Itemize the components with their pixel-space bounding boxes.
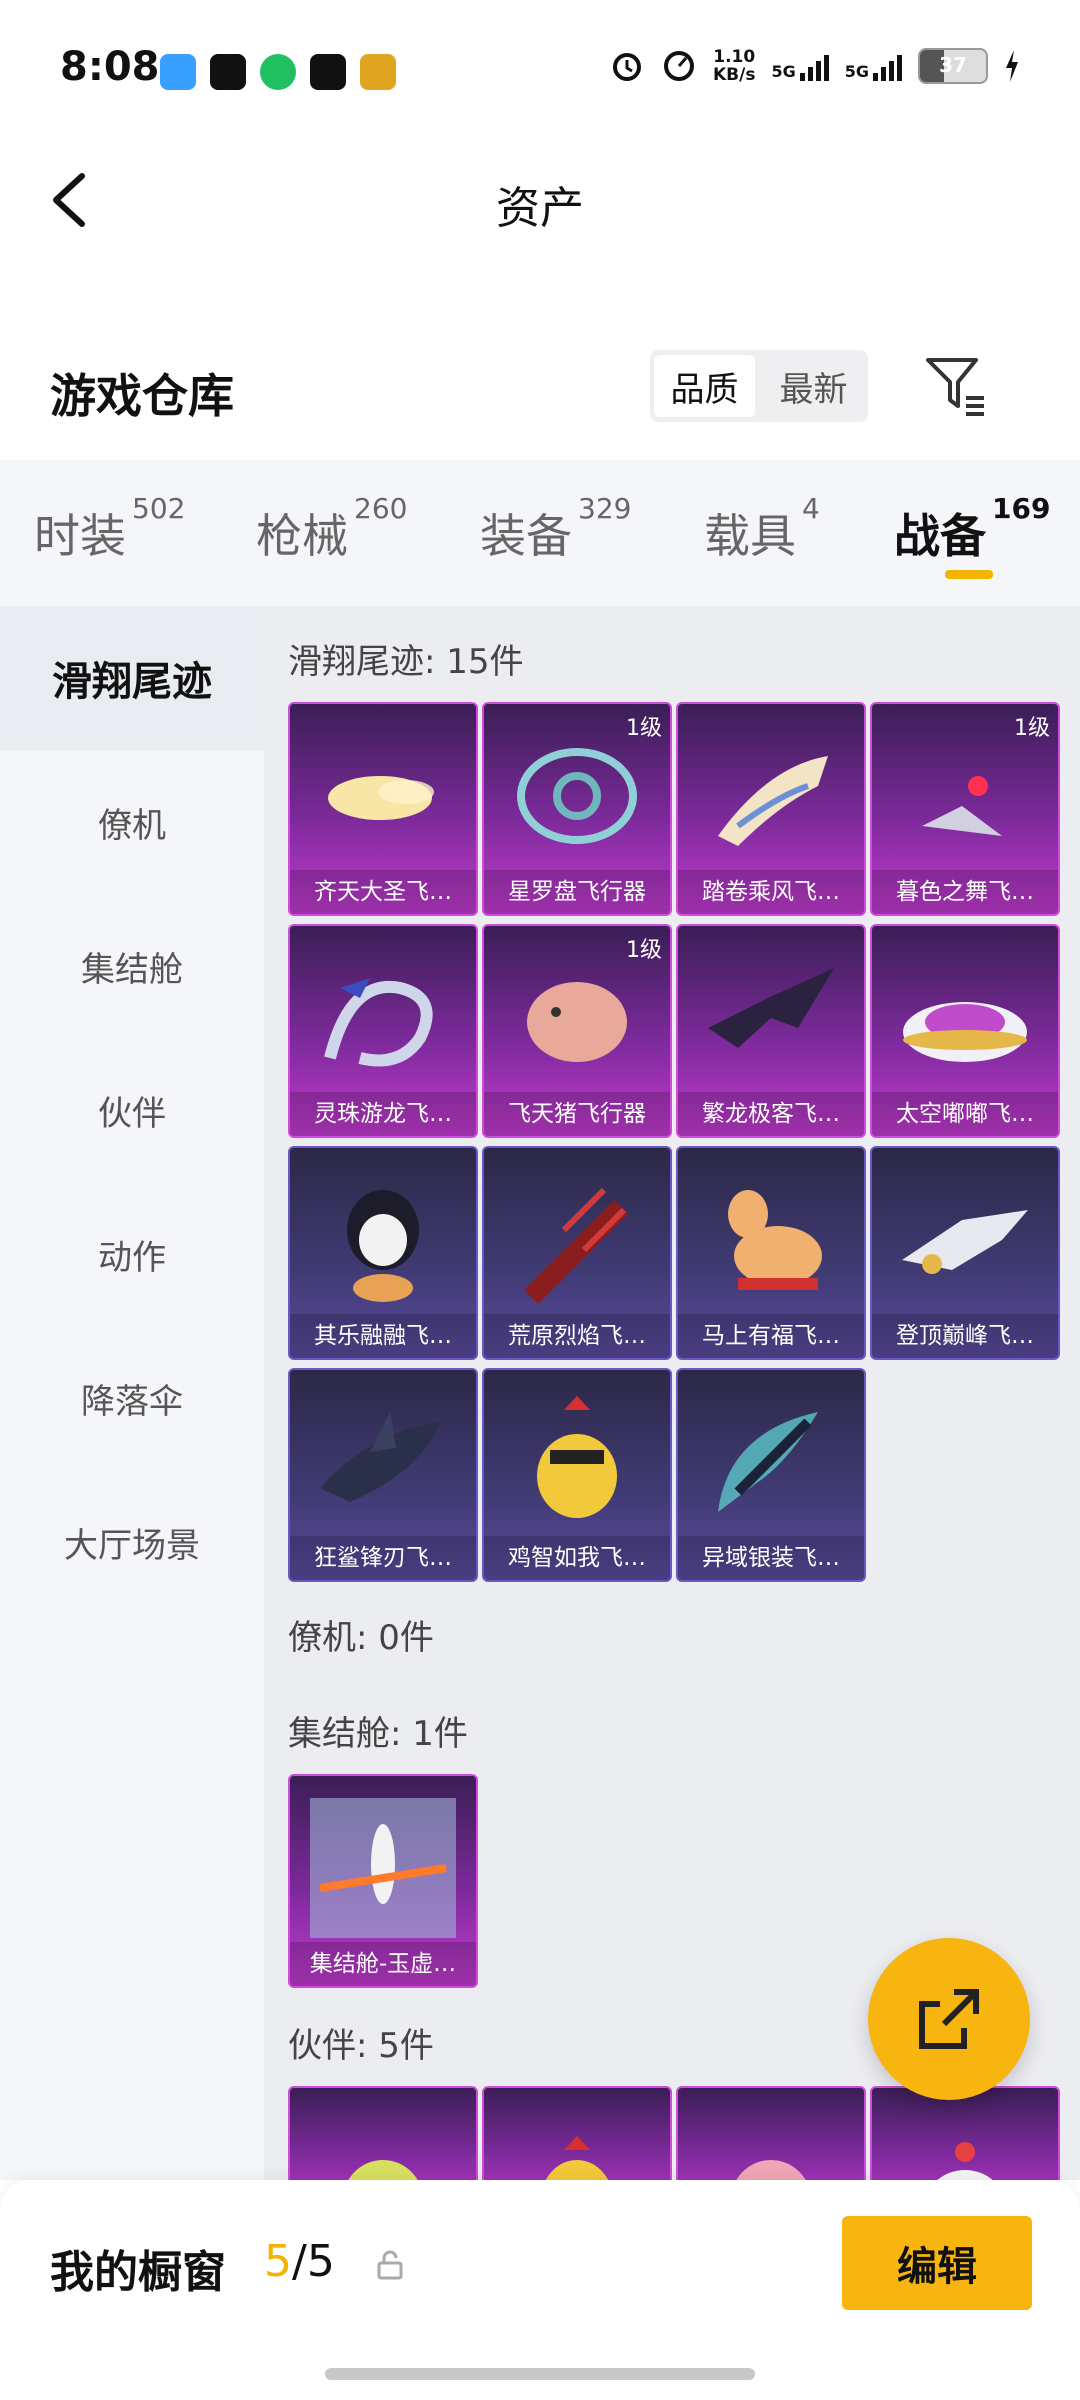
item-card[interactable]: 1级 飞天猪飞行器 <box>482 924 672 1138</box>
share-export-icon <box>919 1989 979 2049</box>
status-bar: 8:08 1.10 KB/s 5G 5G 37 <box>0 0 1080 140</box>
item-card[interactable]: 太空嘟嘟飞… <box>870 924 1060 1138</box>
item-card[interactable]: 登顶巅峰飞… <box>870 1146 1060 1360</box>
item-card[interactable] <box>676 2086 866 2180</box>
section-title: 游戏仓库 <box>50 369 234 423</box>
flying-pig-icon <box>527 982 627 1062</box>
item-card[interactable]: 荒原烈焰飞… <box>482 1146 672 1360</box>
space-saucer-icon <box>903 1002 1027 1062</box>
status-app-icons <box>160 54 396 90</box>
status-right: 1.10 KB/s 5G 5G 37 <box>609 48 1020 84</box>
bat-dragon-icon <box>708 968 834 1048</box>
tiktok-app-icon <box>210 54 246 90</box>
item-card[interactable]: 其乐融融飞… <box>288 1146 478 1360</box>
edit-button[interactable]: 编辑 <box>842 2216 1032 2310</box>
item-card[interactable]: 1级 星罗盘飞行器 <box>482 702 672 916</box>
share-button[interactable] <box>868 1938 1030 2100</box>
net-speed: 1.10 KB/s <box>713 47 756 85</box>
item-card[interactable] <box>870 2086 1060 2180</box>
item-card[interactable]: 灵珠游龙飞… <box>288 924 478 1138</box>
silver-wing-icon <box>718 1412 818 1512</box>
nav-item-parachute[interactable]: 降落伞 <box>0 1326 264 1470</box>
item-card[interactable]: 齐天大圣飞… <box>288 702 478 916</box>
tab-combat-prep[interactable]: 战备169 <box>894 492 1050 566</box>
penguin-icon <box>347 1190 419 1302</box>
nav-item-lobby-scene[interactable]: 大厅场景 <box>0 1470 264 1614</box>
group-title-partner: 伙伴: 5件 <box>288 2026 434 2066</box>
weather-app-icon <box>160 54 196 90</box>
flame-blade-icon <box>524 1187 628 1304</box>
scroll-glider-icon <box>718 756 828 846</box>
signal-sim1: 5G <box>771 51 829 81</box>
sort-toggle: 品质 最新 <box>650 350 868 422</box>
dusk-dance-icon <box>922 776 1002 836</box>
item-card[interactable] <box>288 2086 478 2180</box>
item-card[interactable]: 踏卷乘风飞… <box>676 702 866 916</box>
bear-partner-icon <box>348 2160 418 2180</box>
chicken-partner-icon <box>545 2136 609 2180</box>
dragon-icon <box>324 978 433 1067</box>
item-card[interactable]: 集结舱-玉虚… <box>288 1774 478 1988</box>
filter-icon[interactable] <box>922 354 988 420</box>
video-app-icon <box>260 54 296 90</box>
home-indicator[interactable] <box>325 2368 755 2380</box>
tiktok-app-icon-2 <box>310 54 346 90</box>
sort-latest-button[interactable]: 最新 <box>763 355 864 417</box>
nav-item-capsule[interactable]: 集结舱 <box>0 894 264 1038</box>
signal-sim2: 5G <box>845 51 902 81</box>
alarm-icon <box>613 53 641 81</box>
tab-equipment[interactable]: 装备329 <box>480 492 631 566</box>
pink-partner-icon <box>736 2160 806 2180</box>
nav-item-glide-trail[interactable]: 滑翔尾迹 <box>0 606 264 750</box>
side-nav: 滑翔尾迹 僚机 集结舱 伙伴 动作 降落伞 大厅场景 <box>0 606 264 2180</box>
page-title: 资产 <box>496 183 584 234</box>
battery-indicator: 37 <box>918 48 988 84</box>
item-card[interactable] <box>482 2086 672 2180</box>
cloud-trail-icon <box>328 776 434 820</box>
item-card[interactable]: 鸡智如我飞… <box>482 1368 672 1582</box>
jet-glider-icon <box>902 1210 1028 1274</box>
showcase-bar: 我的橱窗 5/5 编辑 <box>0 2180 1080 2400</box>
tab-fashion[interactable]: 时装502 <box>34 492 185 566</box>
item-card[interactable]: 异域银装飞… <box>676 1368 866 1582</box>
item-card[interactable]: 1级 暮色之舞飞… <box>870 702 1060 916</box>
group-title-wingman: 僚机: 0件 <box>288 1618 434 1658</box>
lock-icon <box>377 2250 403 2280</box>
nav-item-wingman[interactable]: 僚机 <box>0 750 264 894</box>
warehouse-section-header: 游戏仓库 品质 最新 <box>0 340 1080 460</box>
capsule-scene-icon <box>310 1798 456 1938</box>
showcase-label: 我的橱窗 <box>50 2247 226 2298</box>
tab-guns[interactable]: 枪械260 <box>256 492 407 566</box>
item-card[interactable]: 狂鲨锋刃飞… <box>288 1368 478 1582</box>
chicken-icon <box>537 1396 617 1518</box>
game-app-icon <box>360 54 396 90</box>
shark-icon <box>320 1412 440 1502</box>
item-card[interactable]: 马上有福飞… <box>676 1146 866 1360</box>
sort-quality-button[interactable]: 品质 <box>654 355 755 417</box>
active-tab-indicator <box>945 570 993 579</box>
charging-icon <box>1006 50 1018 82</box>
white-partner-icon <box>937 2142 993 2180</box>
nav-item-emote[interactable]: 动作 <box>0 1182 264 1326</box>
app-header: 资产 <box>0 140 1080 260</box>
item-card[interactable]: 繁龙极客飞… <box>676 924 866 1138</box>
tab-vehicles[interactable]: 载具4 <box>704 492 820 566</box>
nav-item-partner[interactable]: 伙伴 <box>0 1038 264 1182</box>
astrolabe-icon <box>517 748 637 844</box>
group-title-glide: 滑翔尾迹: 15件 <box>288 642 524 682</box>
showcase-count: 5/5 <box>264 2236 335 2287</box>
toy-horse-icon <box>728 1190 822 1290</box>
status-time: 8:08 <box>60 44 160 90</box>
category-tabs: 时装502 枪械260 装备329 载具4 战备169 <box>0 460 1080 606</box>
speedometer-icon <box>664 51 694 81</box>
group-title-capsule: 集结舱: 1件 <box>288 1714 468 1754</box>
